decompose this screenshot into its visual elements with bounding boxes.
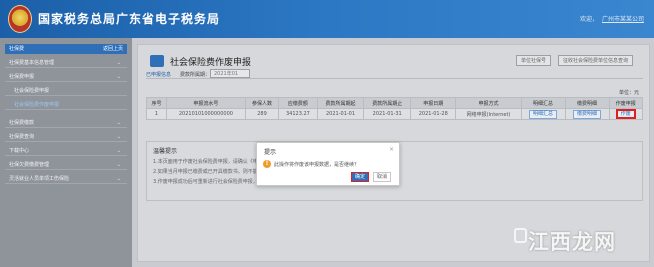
watermark-logo <box>514 228 527 243</box>
company-info-query-button[interactable]: 征收社会保险费单位信息查询 <box>558 55 634 66</box>
sidebar-header: 社保费 返回上页 <box>5 44 127 54</box>
col-header-summary: 明细汇总 <box>520 97 566 109</box>
period-select[interactable]: 2021年01 <box>210 69 250 78</box>
chevron-down-icon: ⌄ <box>116 176 121 182</box>
col-header-date: 申报日期 <box>410 97 457 109</box>
dialog-message: 此操作将作废该申报数据，是否继续？ <box>274 162 360 168</box>
sidebar-item-arrears[interactable]: 社保欠费缴费管理 ⌄ <box>5 160 127 170</box>
unit-label: 单位：元 <box>618 90 639 96</box>
chevron-down-icon: ⌄ <box>116 120 121 126</box>
sidebar-item-download[interactable]: 下载中心 ⌄ <box>5 146 127 156</box>
tab-declared-info[interactable]: 已申报信息 <box>146 71 171 78</box>
col-header-serial: 申报流水号 <box>166 97 246 109</box>
chevron-down-icon: ⌄ <box>116 74 121 80</box>
col-header-persons: 参保人数 <box>244 97 280 109</box>
welcome-text: 欢迎， <box>579 16 598 23</box>
cell-date: 2021-01-28 <box>410 108 457 120</box>
cell-start: 2021-01-01 <box>316 108 365 120</box>
col-header-method: 申报方式 <box>455 97 522 109</box>
cell-no: 1 <box>145 108 168 120</box>
cell-detail: 缴费明细 <box>564 108 610 120</box>
confirm-button[interactable]: 确定 <box>351 172 369 182</box>
close-icon[interactable]: × <box>389 146 394 153</box>
col-header-void: 作废申报 <box>608 97 644 109</box>
sidebar-item-base-info[interactable]: 社保费基本信息管理 ⌄ <box>5 58 127 68</box>
sidebar-item-declaration[interactable]: 社保费申报 ⌄ <box>5 72 127 82</box>
sidebar-item-label: 社会保险费作废申报 <box>14 102 60 108</box>
sidebar-item-insurance-declare[interactable]: 社会保险费申报 <box>5 86 127 96</box>
cell-method: 网络申报(Internet) <box>455 108 522 120</box>
sidebar-item-label: 下载中心 <box>9 148 30 154</box>
sidebar-item-label: 灵活就业人员单项工伤保险 <box>9 176 70 182</box>
table-row: 1 20210101000000000 289 34123.27 2021-01… <box>145 108 644 120</box>
chevron-down-icon: ⌄ <box>116 148 121 154</box>
void-declare-button[interactable]: 作废 <box>615 109 636 119</box>
confirm-dialog: 提示 × ! 此操作将作废该申报数据，是否继续？ 确定 取消 <box>256 142 400 186</box>
dialog-title: 提示 <box>264 149 277 156</box>
user-name-link[interactable]: 广州市某某公司 <box>602 16 644 23</box>
sidebar-item-void-declare[interactable]: 社会保险费作废申报 <box>5 100 127 110</box>
sidebar-item-label: 社保费申报 <box>9 74 35 80</box>
tax-emblem-logo <box>8 5 32 33</box>
sidebar-item-label: 社保费基本信息管理 <box>9 60 55 66</box>
page-title: 社会保险费作废申报 <box>170 58 252 68</box>
cell-persons: 289 <box>244 108 280 120</box>
sidebar-item-label: 社保费缴款 <box>9 120 35 126</box>
divider <box>146 78 643 79</box>
cancel-button[interactable]: 取消 <box>373 172 391 182</box>
sidebar-item-label: 社保费查询 <box>9 134 35 140</box>
sidebar: 社保费 返回上页 社保费基本信息管理 ⌄ 社保费申报 ⌄ 社会保险费申报 社会保险费… <box>0 38 132 267</box>
sidebar-header-label: 社保费 <box>9 46 25 52</box>
sidebar-item-label: 社保欠费缴费管理 <box>9 162 50 168</box>
sidebar-item-query[interactable]: 社保费查询 ⌄ <box>5 132 127 142</box>
top-header: 国家税务总局广东省电子税务局 欢迎， 广州市某某公司 <box>0 0 654 38</box>
detail-button[interactable]: 缴费明细 <box>573 109 602 119</box>
watermark: 江西龙网 <box>528 230 616 254</box>
chevron-down-icon: ⌄ <box>116 60 121 66</box>
app-title: 国家税务总局广东省电子税务局 <box>38 12 221 26</box>
col-header-end: 费款所属期止 <box>363 97 412 109</box>
cell-void: 作废 <box>608 108 644 120</box>
summary-button[interactable]: 明细汇总 <box>529 109 558 119</box>
sidebar-item-flexible-injury[interactable]: 灵活就业人员单项工伤保险 ⌄ <box>5 174 127 184</box>
cell-end: 2021-01-31 <box>363 108 412 120</box>
back-link[interactable]: 返回上页 <box>103 44 123 54</box>
col-header-amount: 应缴费额 <box>278 97 318 109</box>
social-security-number-button[interactable]: 单位社保号 <box>516 55 552 66</box>
sidebar-item-payment[interactable]: 社保费缴款 ⌄ <box>5 118 127 128</box>
chevron-down-icon: ⌄ <box>116 134 121 140</box>
col-header-start: 费款所属期起 <box>316 97 365 109</box>
cell-amount: 34123.27 <box>278 108 318 120</box>
period-label: 费款所属期： <box>180 72 211 78</box>
document-icon <box>150 55 164 67</box>
warning-icon: ! <box>263 160 271 168</box>
col-header-detail: 缴费明细 <box>564 97 610 109</box>
declaration-table: 序号 申报流水号 参保人数 应缴费额 费款所属期起 费款所属期止 申报日期 申报… <box>145 97 644 120</box>
cell-serial: 20210101000000000 <box>166 108 246 120</box>
user-area: 欢迎， 广州市某某公司 <box>580 14 644 23</box>
sidebar-item-label: 社会保险费申报 <box>14 88 50 94</box>
tips-title: 温馨提示 <box>153 148 178 155</box>
chevron-down-icon: ⌄ <box>116 162 121 168</box>
col-header-no: 序号 <box>145 97 168 109</box>
cell-summary: 明细汇总 <box>520 108 566 120</box>
table-header-row: 序号 申报流水号 参保人数 应缴费额 费款所属期起 费款所属期止 申报日期 申报… <box>145 97 644 109</box>
